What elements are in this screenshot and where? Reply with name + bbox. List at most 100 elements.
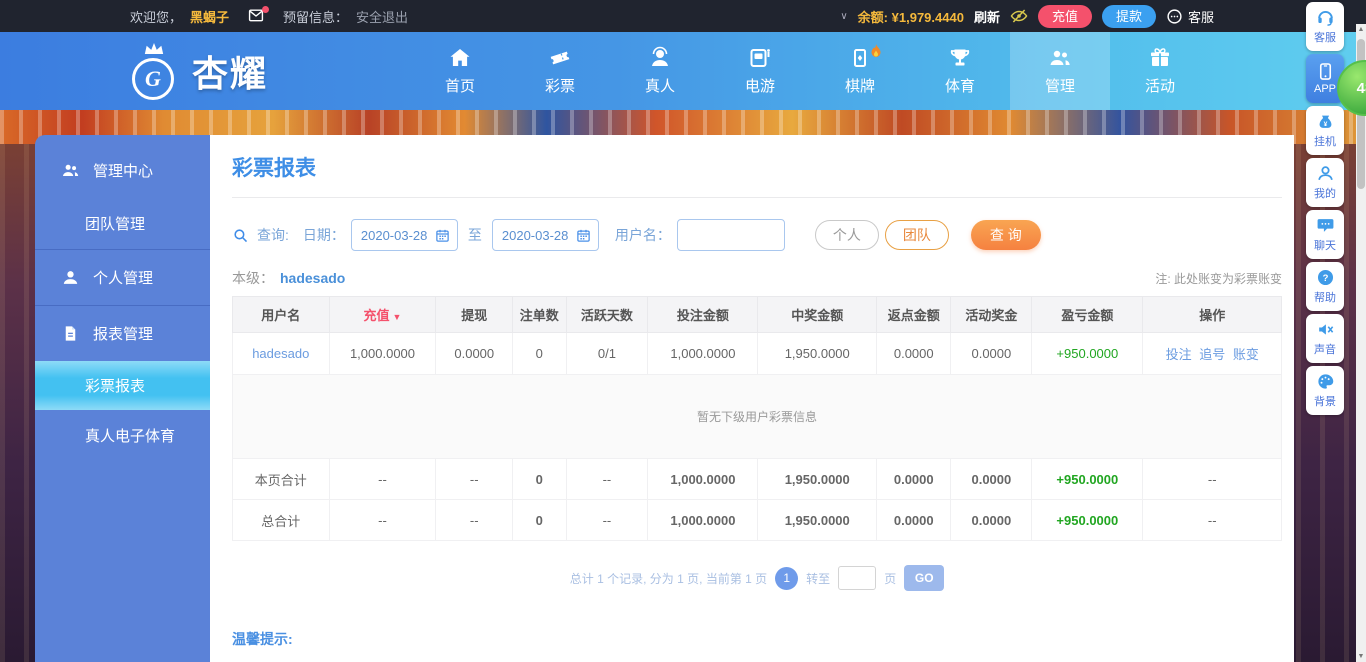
date-to-input[interactable] — [502, 228, 574, 243]
sidebar-item-lottery-report[interactable]: 彩票报表 — [35, 361, 210, 410]
nav-item-live[interactable]: 真人 — [610, 32, 710, 110]
sidebar: 管理中心 团队管理 个人管理 报表管理 彩票报表 真人电子体育 — [35, 135, 210, 662]
scroll-up-arrow[interactable]: ▲ — [1356, 26, 1366, 33]
sidebar-item-personal-management[interactable]: 个人管理 — [35, 250, 210, 305]
nav-item-home[interactable]: 首页 — [410, 32, 510, 110]
sidebar-item-management-center[interactable]: 管理中心 — [35, 143, 210, 198]
report-icon — [61, 324, 80, 343]
rail-service-button[interactable]: 客服 — [1306, 2, 1344, 51]
account-change-note: 注: 此处账变为彩票账变 — [1155, 270, 1282, 287]
query-label: 查询: — [257, 225, 289, 245]
brand-logo[interactable]: G 杏耀 — [128, 42, 364, 100]
pagination: 总计 1 个记录, 分为 1 页, 当前第 1 页 1 转至 页 GO — [232, 565, 1282, 591]
col-rebate-amount: 返点金额 — [877, 297, 951, 333]
refresh-link[interactable]: 刷新 — [974, 7, 1000, 26]
headset-icon — [1316, 8, 1335, 27]
cards-icon — [848, 46, 872, 70]
row-actions: 投注 追号 账变 — [1143, 333, 1282, 375]
col-bet-count: 注单数 — [513, 297, 566, 333]
col-win-amount: 中奖金额 — [758, 297, 877, 333]
account-change-link[interactable]: 账变 — [1233, 347, 1259, 362]
svg-text:?: ? — [1322, 273, 1328, 284]
topbar: 欢迎您， 黑蝎子 预留信息： 安全退出 ∨ 余额: ¥1,979.4440 刷新… — [0, 0, 1366, 32]
nav-item-management[interactable]: 管理 — [1010, 32, 1110, 110]
username[interactable]: 黑蝎子 — [190, 7, 229, 26]
balance-label: 余额: — [858, 10, 888, 25]
nav-item-sports[interactable]: 体育 — [910, 32, 1010, 110]
brand-name: 杏耀 — [192, 45, 268, 97]
team-button[interactable]: 团队 — [885, 220, 949, 250]
nav-item-cards[interactable]: 棋牌 — [810, 32, 910, 110]
col-withdraw: 提现 — [436, 297, 513, 333]
level-username[interactable]: hadesado — [280, 270, 345, 286]
nav-item-lottery[interactable]: 彩票 — [510, 32, 610, 110]
calendar-icon[interactable] — [576, 228, 591, 243]
balance-caret-icon[interactable]: ∨ — [840, 11, 847, 22]
date-from-field[interactable] — [351, 219, 458, 251]
row-activity-bonus: 0.0000 — [951, 333, 1032, 375]
table-row: hadesado 1,000.0000 0.0000 0 0/1 1,000.0… — [233, 333, 1282, 375]
col-recharge-sorted[interactable]: 充值▼ — [329, 297, 436, 333]
bet-link[interactable]: 投注 — [1166, 347, 1192, 362]
svg-text:¥: ¥ — [1323, 121, 1327, 128]
welcome-text: 欢迎您， — [130, 7, 182, 26]
table-header-row: 用户名 充值▼ 提现 注单数 活跃天数 投注金额 中奖金额 返点金额 活动奖金 … — [233, 297, 1282, 333]
go-button[interactable]: GO — [904, 565, 944, 591]
trophy-icon — [948, 46, 972, 70]
row-bet-amount: 1,000.0000 — [648, 333, 758, 375]
mail-icon[interactable] — [247, 9, 265, 23]
row-active-days: 0/1 — [566, 333, 648, 375]
content-card: 彩票报表 查询: 日期： 至 用户名： 个人 团队 查 询 本级： hadesa… — [210, 135, 1294, 662]
nav-item-activity[interactable]: 活动 — [1110, 32, 1210, 110]
chase-link[interactable]: 追号 — [1199, 347, 1225, 362]
service-label[interactable]: 客服 — [1188, 7, 1214, 26]
recharge-button[interactable]: 充值 — [1038, 5, 1092, 28]
row-win-amount: 1,950.0000 — [758, 333, 877, 375]
date-from-input[interactable] — [361, 228, 433, 243]
flame-icon — [864, 42, 888, 66]
search-button[interactable]: 查 询 — [971, 220, 1041, 250]
date-to-field[interactable] — [492, 219, 599, 251]
row-username-link[interactable]: hadesado — [252, 346, 309, 361]
calendar-icon[interactable] — [435, 228, 450, 243]
username-label: 用户名： — [615, 225, 671, 245]
col-actions: 操作 — [1143, 297, 1282, 333]
page-1-button[interactable]: 1 — [775, 567, 798, 590]
logout-link[interactable]: 安全退出 — [356, 7, 408, 26]
gift-icon — [1148, 46, 1172, 70]
floating-rail: 客服 APP ¥ 挂机 我的 聊天 ? 帮助 声音 背景 — [1306, 2, 1344, 415]
sidebar-item-live-esports[interactable]: 真人电子体育 — [35, 410, 210, 461]
scrollbar[interactable]: ▲ ▼ — [1356, 24, 1366, 662]
rail-chat-button[interactable]: 聊天 — [1306, 210, 1344, 259]
sidebar-item-team-management[interactable]: 团队管理 — [35, 198, 210, 249]
sort-desc-icon[interactable]: ▼ — [393, 312, 402, 322]
col-activity-bonus: 活动奖金 — [951, 297, 1032, 333]
title-divider — [232, 197, 1282, 198]
eye-slash-icon[interactable] — [1010, 7, 1028, 25]
to-label: 至 — [468, 225, 482, 245]
personal-button[interactable]: 个人 — [815, 220, 879, 250]
rail-background-button[interactable]: 背景 — [1306, 366, 1344, 415]
rail-help-button[interactable]: ? 帮助 — [1306, 262, 1344, 311]
crown-emblem-icon: G — [128, 42, 180, 100]
level-label: 本级： — [232, 268, 274, 288]
ticket-icon — [548, 46, 572, 70]
sidebar-item-report-management[interactable]: 报表管理 — [35, 306, 210, 361]
search-form: 查询: 日期： 至 用户名： 个人 团队 查 询 — [232, 219, 1282, 251]
nav-item-egames[interactable]: 电游 — [710, 32, 810, 110]
service-chat-icon[interactable]: 客服 — [1166, 7, 1214, 26]
rail-sound-button[interactable]: 声音 — [1306, 314, 1344, 363]
report-table: 用户名 充值▼ 提现 注单数 活跃天数 投注金额 中奖金额 返点金额 活动奖金 … — [232, 296, 1282, 541]
phone-icon — [1316, 62, 1335, 81]
rail-mine-button[interactable]: 我的 — [1306, 158, 1344, 207]
scroll-down-arrow[interactable]: ▼ — [1356, 653, 1366, 660]
chat-icon — [1316, 216, 1335, 235]
username-input[interactable] — [677, 219, 785, 251]
withdraw-button[interactable]: 提款 — [1102, 5, 1156, 28]
page-total-row: 本页合计 -- -- 0 -- 1,000.0000 1,950.0000 0.… — [233, 459, 1282, 500]
col-bet-amount: 投注金额 — [648, 297, 758, 333]
empty-message: 暂无下级用户彩票信息 — [233, 375, 1282, 459]
goto-page-input[interactable] — [838, 566, 876, 590]
col-username: 用户名 — [233, 297, 330, 333]
rail-idle-button[interactable]: ¥ 挂机 — [1306, 106, 1344, 155]
